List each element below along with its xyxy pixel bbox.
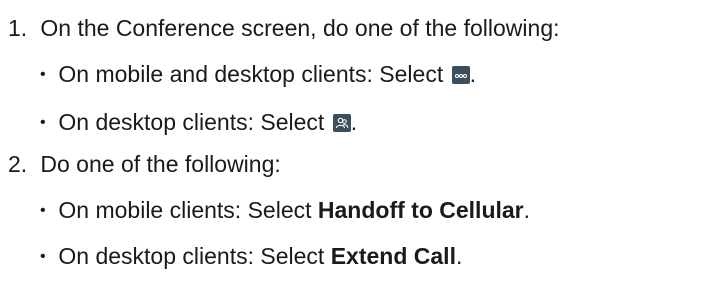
bullet-text: On desktop clients: Select	[58, 109, 331, 135]
ui-label-handoff-to-cellular: Handoff to Cellular	[317, 197, 524, 223]
more-options-icon	[451, 66, 470, 84]
step-1-bullet-1: • On mobile and desktop clients: Select …	[40, 60, 476, 89]
bullet-marker: •	[40, 114, 46, 131]
instruction-list: 1. On the Conference screen, do one of t…	[0, 0, 710, 298]
step-2-bullet-2: • On desktop clients: Select Extend Call…	[40, 242, 462, 271]
bullet-suffix: .	[523, 197, 531, 223]
step-1: 1. On the Conference screen, do one of t…	[8, 14, 560, 42]
step-2-text: Do one of the following:	[40, 151, 281, 177]
step-1-bullet-2: • On desktop clients: Select .	[40, 108, 357, 137]
bullet-text: On mobile clients: Select	[58, 197, 318, 223]
bullet-text: On mobile and desktop clients: Select	[58, 61, 450, 87]
bullet-marker: •	[40, 66, 46, 83]
step-2: 2. Do one of the following:	[8, 150, 281, 178]
step-2-bullet-1: • On mobile clients: Select Handoff to C…	[40, 196, 530, 225]
bullet-suffix: .	[455, 243, 463, 269]
ui-label-extend-call: Extend Call	[330, 243, 456, 269]
step-1-text: On the Conference screen, do one of the …	[40, 15, 560, 41]
bullet-suffix: .	[469, 61, 476, 87]
participants-icon	[332, 114, 351, 132]
bullet-suffix: .	[350, 109, 358, 135]
bullet-marker: •	[40, 248, 46, 265]
bullet-text: On desktop clients: Select	[58, 243, 331, 269]
step-1-number: 1.	[8, 15, 28, 41]
step-2-number: 2.	[8, 151, 28, 177]
bullet-marker: •	[40, 202, 46, 219]
